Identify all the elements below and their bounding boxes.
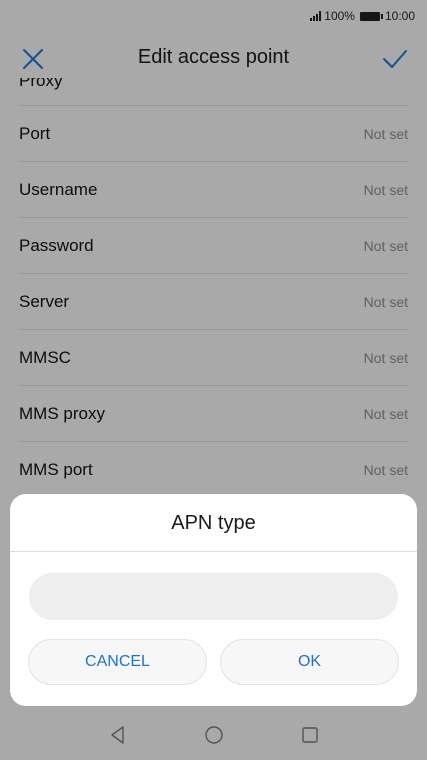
ok-button[interactable]: OK: [220, 639, 399, 685]
dialog-title: APN type: [171, 512, 256, 534]
apn-type-input[interactable]: [29, 573, 398, 620]
apn-type-dialog: APN type CANCEL OK: [10, 494, 417, 706]
cancel-button[interactable]: CANCEL: [28, 639, 207, 685]
dialog-divider: [10, 551, 417, 552]
